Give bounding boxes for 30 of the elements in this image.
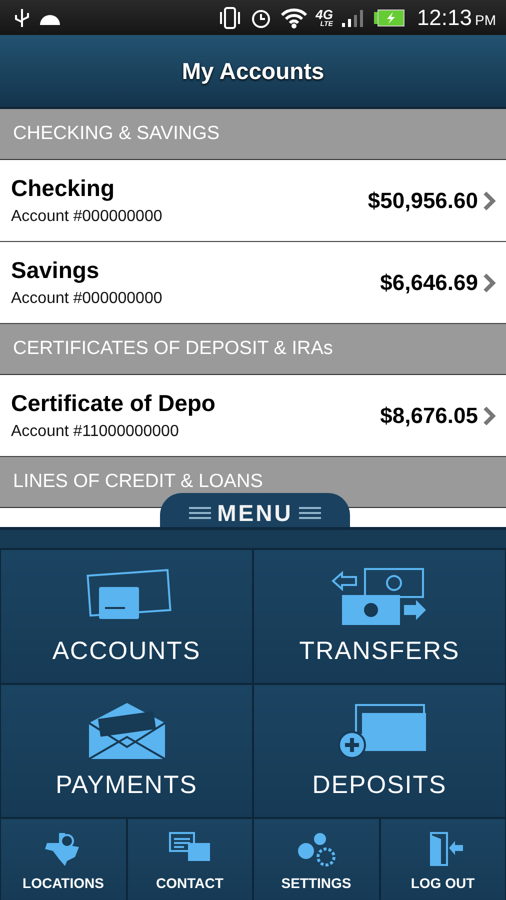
vibrate-icon	[218, 6, 242, 28]
menu-button[interactable]: SETTINGS	[253, 818, 380, 900]
wifi-icon	[280, 6, 308, 28]
menu-tile[interactable]: ACCOUNTS	[0, 549, 253, 684]
account-balance: $6,646.69	[380, 270, 478, 296]
menu-tile[interactable]: PAYMENTS	[0, 684, 253, 818]
menu-button[interactable]: CONTACT	[126, 818, 253, 900]
chevron-icon	[482, 190, 496, 212]
clock-text: 12:13 PM	[416, 4, 496, 30]
page-title: My Accounts	[182, 58, 324, 84]
account-name: Certificate of Depo	[11, 390, 216, 417]
lines-icon	[298, 506, 321, 520]
usb-icon	[14, 6, 30, 28]
menu-button[interactable]: LOCATIONS	[0, 818, 126, 900]
menu-tile[interactable]: TRANSFERS	[253, 549, 506, 684]
account-balance: $8,676.05	[380, 402, 478, 428]
menu-button[interactable]: LOG OUT	[380, 818, 506, 900]
account-name: Checking	[11, 175, 116, 202]
account-number: Account #000000000	[11, 290, 164, 308]
account-number: Account #11000000000	[11, 423, 180, 441]
section-header: CHECKING & SAVINGS	[0, 109, 506, 160]
section-header: CERTIFICATES OF DEPOSIT & IRAs	[0, 324, 506, 375]
account-balance: $50,956.60	[368, 188, 478, 214]
lines-icon	[189, 506, 212, 520]
battery-icon	[372, 8, 405, 26]
menu-tile[interactable]: DEPOSITS	[253, 684, 506, 818]
chevron-icon	[482, 404, 496, 426]
account-number: Account #000000000	[11, 208, 164, 226]
chevron-icon	[482, 272, 496, 294]
account-name: Savings	[11, 257, 100, 284]
